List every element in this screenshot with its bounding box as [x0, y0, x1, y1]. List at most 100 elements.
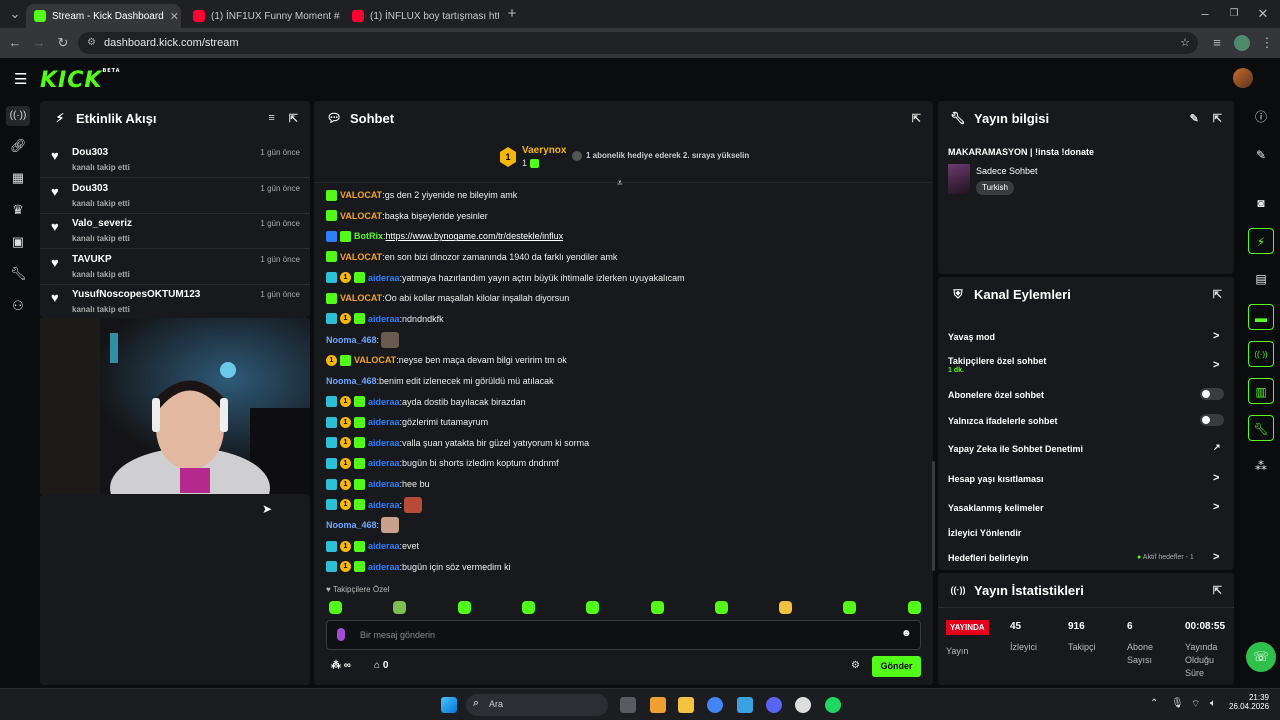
- edit-pencil-icon[interactable]: ✎: [1248, 142, 1274, 168]
- chat-settings-icon[interactable]: ⚙: [851, 660, 860, 671]
- chat-username[interactable]: Nooma_468: [326, 331, 377, 349]
- discord-icon[interactable]: [766, 697, 782, 713]
- activity-item[interactable]: ♥ Dou303 kanalı takip etti 1 gün önce: [40, 142, 310, 178]
- chevron-right-icon[interactable]: >: [1213, 551, 1219, 563]
- gifter-badge-icon[interactable]: 1: [340, 561, 351, 573]
- chat-message[interactable]: 1 aideraa: yatmaya hazırlandım yayın açtı…: [326, 269, 685, 287]
- vip-badge-icon[interactable]: [326, 478, 337, 490]
- chat-message[interactable]: 1 aideraa: ayda dostib bayılacak birazdan: [326, 393, 526, 411]
- subscriber-badge-icon[interactable]: [354, 313, 365, 325]
- send-button[interactable]: Gönder: [872, 656, 921, 677]
- wrench-icon[interactable]: 🔧︎: [10, 266, 27, 282]
- vip-badge-icon[interactable]: [326, 396, 337, 407]
- chrome-icon[interactable]: [707, 697, 723, 713]
- popout-icon[interactable]: ⇱: [289, 112, 298, 125]
- channel-points[interactable]: ⁂ ∞: [331, 660, 351, 671]
- windows-start-icon[interactable]: [441, 697, 457, 713]
- close-icon[interactable]: ✕: [164, 10, 179, 23]
- quick-emote-icon[interactable]: [714, 601, 728, 614]
- edit-pencil-icon[interactable]: ✎: [1190, 112, 1199, 125]
- quick-emote-icon[interactable]: [393, 601, 407, 614]
- gifter-badge-icon[interactable]: 1: [340, 540, 351, 552]
- camera-icon[interactable]: ◙: [1248, 190, 1274, 216]
- chat-message[interactable]: Nooma_468: benim edit izlenecek mi görül…: [326, 372, 554, 390]
- tab-youtube-2[interactable]: (1) İNFLUX boy tartışması https: ✕: [344, 4, 499, 28]
- vip-badge-icon[interactable]: [326, 499, 337, 511]
- bot-badge-icon[interactable]: [326, 230, 337, 242]
- trophy-icon[interactable]: ♛: [10, 202, 26, 218]
- popout-icon[interactable]: ⇱: [912, 112, 921, 125]
- subscriber-badge-icon[interactable]: [354, 499, 365, 511]
- subscriber-badge-icon[interactable]: [354, 416, 365, 428]
- chat-message[interactable]: VALOCAT: gs den 2 yiyenide ne bileyim am…: [326, 186, 517, 204]
- subscriber-badge-icon[interactable]: [326, 251, 337, 263]
- reload-icon[interactable]: ↻: [54, 34, 72, 52]
- layout-icon[interactable]: ▥: [1248, 378, 1274, 404]
- volume-icon[interactable]: 🔈︎: [1210, 698, 1216, 709]
- chat-scrollbar[interactable]: [932, 461, 935, 571]
- subscriber-badge-icon[interactable]: [354, 561, 365, 573]
- emotes-chat-toggle[interactable]: [1200, 414, 1224, 426]
- gifter-badge-icon[interactable]: 1: [340, 457, 351, 469]
- address-bar[interactable]: ⚙ dashboard.kick.com/stream ☆: [78, 32, 1198, 54]
- activity-username[interactable]: TAVUKP: [72, 254, 112, 265]
- bookmark-star-icon[interactable]: ☆: [1180, 32, 1190, 54]
- subscriber-badge-icon[interactable]: [354, 272, 365, 284]
- new-tab-button[interactable]: +: [503, 5, 521, 23]
- quick-emote-icon[interactable]: [843, 601, 857, 614]
- subscriber-badge-icon[interactable]: [354, 478, 365, 490]
- forward-icon[interactable]: →: [30, 34, 48, 52]
- quick-emote-icon[interactable]: [586, 601, 600, 614]
- chat-message[interactable]: 1 aideraa: valla şuan yatakta bir güzel y…: [326, 434, 589, 452]
- vip-badge-icon[interactable]: [326, 416, 337, 428]
- chat-emote[interactable]: [381, 331, 400, 348]
- gifter-badge-icon[interactable]: 1: [326, 354, 337, 366]
- redirect-viewers-option[interactable]: İzleyici Yönlendir: [948, 528, 1021, 538]
- users-icon[interactable]: ⚇: [10, 298, 26, 314]
- user-avatar[interactable]: [1233, 68, 1253, 88]
- wrench-icon[interactable]: 🔧︎: [1248, 415, 1274, 441]
- analytics-icon[interactable]: ▦: [10, 170, 26, 186]
- subscriber-badge-icon[interactable]: [354, 437, 365, 449]
- back-icon[interactable]: ←: [6, 34, 24, 52]
- chevron-right-icon[interactable]: >: [1213, 330, 1219, 342]
- slow-mode-option[interactable]: Yavaş mod: [948, 332, 995, 342]
- kick-logo[interactable]: KICKBETA: [40, 68, 121, 93]
- chat-input[interactable]: Bir mesaj gönderin ☻: [326, 620, 921, 650]
- chat-username[interactable]: VALOCAT: [340, 186, 382, 204]
- chat-username[interactable]: BotRix: [354, 227, 383, 245]
- activity-username[interactable]: YusufNoscopesOKTUM123: [72, 289, 200, 300]
- file-explorer-icon[interactable]: [678, 697, 694, 713]
- chat-username[interactable]: aideraa: [368, 558, 400, 576]
- chat-username[interactable]: VALOCAT: [354, 351, 396, 369]
- clock[interactable]: 21:39 26.04.2026: [1229, 693, 1269, 711]
- popout-icon[interactable]: ⇱: [1213, 288, 1222, 301]
- steam-icon[interactable]: [795, 697, 811, 713]
- chat-username[interactable]: VALOCAT: [340, 289, 382, 307]
- ai-moderation-option[interactable]: Yapay Zeka ile Sohbet Denetimi: [948, 444, 1083, 454]
- activity-item[interactable]: ♥ TAVUKP kanalı takip etti 1 gün önce: [40, 249, 310, 285]
- followers-chat-option[interactable]: Takipçilere özel sohbet: [948, 356, 1046, 366]
- notes-icon[interactable]: ▤: [1248, 266, 1274, 292]
- chat-username[interactable]: VALOCAT: [340, 207, 382, 225]
- banned-words-option[interactable]: Yasaklanmış kelimeler: [948, 503, 1044, 513]
- popout-icon[interactable]: ⇱: [1213, 584, 1222, 597]
- subscriber-badge-icon[interactable]: [326, 210, 337, 222]
- quick-emote-icon[interactable]: [329, 601, 342, 614]
- wifi-icon[interactable]: ⌔: [1191, 698, 1200, 711]
- chat-message[interactable]: 1 aideraa:: [326, 496, 423, 514]
- media-controls-icon[interactable]: ≡: [1208, 34, 1226, 52]
- chat-username[interactable]: aideraa: [368, 496, 400, 514]
- subscriber-badge-icon[interactable]: [354, 457, 365, 469]
- chat-username[interactable]: aideraa: [368, 393, 400, 411]
- subscriber-badge-icon[interactable]: [340, 354, 351, 366]
- vip-badge-icon[interactable]: [326, 272, 337, 284]
- support-chat-icon[interactable]: ☏: [1246, 642, 1276, 672]
- broadcast-icon[interactable]: ((·)): [1248, 341, 1274, 367]
- vip-badge-icon[interactable]: [326, 457, 337, 469]
- chat-message[interactable]: 1 aideraa: bugün için söz vermedim ki: [326, 558, 511, 576]
- chat-username[interactable]: aideraa: [368, 310, 400, 328]
- stream-preview[interactable]: [40, 318, 310, 494]
- quick-emote-icon[interactable]: [907, 601, 921, 614]
- filter-icon[interactable]: ≡: [268, 112, 274, 125]
